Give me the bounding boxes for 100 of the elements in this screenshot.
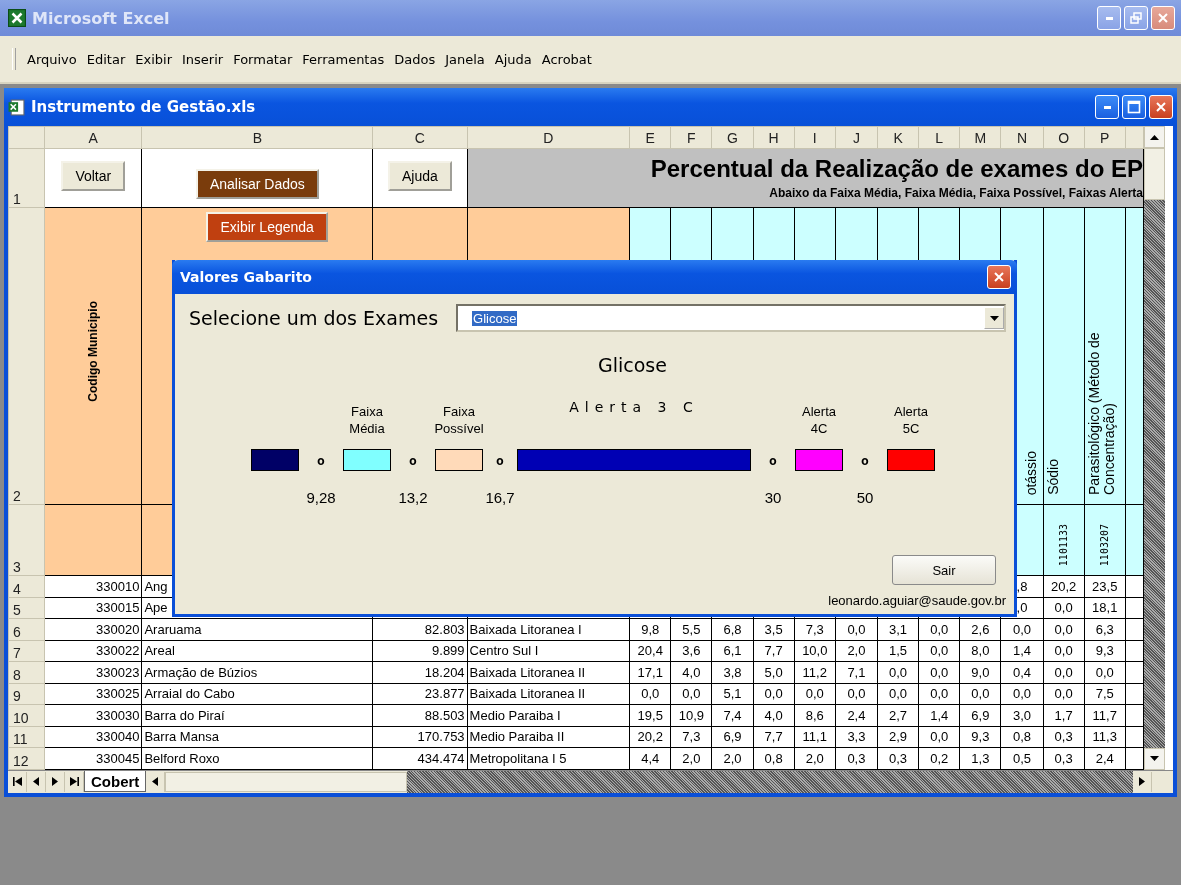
column-header[interactable]: H: [753, 126, 795, 149]
scroll-thumb[interactable]: [1144, 148, 1165, 200]
menu-item[interactable]: Inserir: [177, 49, 229, 69]
row-header[interactable]: 9: [8, 683, 45, 705]
sheet-tab[interactable]: Cobert: [84, 771, 147, 792]
column-header[interactable]: I: [794, 126, 836, 149]
close-button[interactable]: [1149, 95, 1173, 119]
table-cell: [1125, 640, 1144, 662]
column-header[interactable]: O: [1043, 126, 1085, 149]
exam-heading: Glicose: [597, 354, 668, 376]
table-cell: [1125, 575, 1144, 597]
exam-code: 1103207: [1099, 523, 1111, 566]
range-label: Faixa Possível: [434, 404, 484, 438]
column-label: Parasitológico (Método de Concentração): [1086, 331, 1118, 495]
menu-item[interactable]: Exibir: [130, 49, 177, 69]
table-cell: 2,0: [794, 747, 836, 769]
scroll-up-icon[interactable]: [1144, 126, 1165, 148]
range-label: Faixa Média: [349, 404, 385, 438]
column-header[interactable]: M: [959, 126, 1001, 149]
row-header[interactable]: 10: [8, 704, 45, 726]
table-cell: [1125, 726, 1144, 748]
restore-icon: [1130, 12, 1142, 24]
minimize-button[interactable]: [1095, 95, 1119, 119]
close-button[interactable]: [1151, 6, 1175, 30]
column-header[interactable]: A: [44, 126, 142, 149]
column-label: Sódio: [1045, 459, 1061, 495]
row-header[interactable]: 2: [8, 207, 45, 505]
table-cell: 0,0: [835, 683, 878, 705]
table-cell: 0,0: [959, 683, 1001, 705]
table-cell: [1125, 618, 1144, 640]
column-header[interactable]: L: [918, 126, 960, 149]
menu-item[interactable]: Arquivo: [22, 49, 82, 69]
table-cell: 0,0: [753, 683, 795, 705]
row-header[interactable]: 7: [8, 640, 45, 662]
table-cell: Baixada Litoranea II: [467, 661, 630, 683]
table-cell: 4,0: [670, 661, 712, 683]
row-header[interactable]: 4: [8, 575, 45, 597]
table-cell: 88.503: [372, 704, 468, 726]
maximize-icon: [1127, 100, 1141, 114]
table-cell: 0,8: [1000, 726, 1044, 748]
row-header[interactable]: 5: [8, 597, 45, 619]
scroll-thumb[interactable]: [165, 771, 408, 792]
table-cell: [1125, 683, 1144, 705]
sheet-button[interactable]: Ajuda: [388, 161, 452, 191]
table-cell: 0,3: [1043, 747, 1085, 769]
menu-item[interactable]: Editar: [81, 49, 131, 69]
table-cell: 2,6: [959, 618, 1001, 640]
table-cell: 20,4: [629, 640, 671, 662]
column-header[interactable]: N: [1000, 126, 1044, 149]
column-header[interactable]: J: [835, 126, 878, 149]
exit-button[interactable]: Sair: [892, 555, 996, 585]
threshold-value: 9,28: [306, 488, 336, 506]
menu-item[interactable]: Ferramentas: [297, 49, 390, 69]
table-cell: 0,0: [1000, 683, 1044, 705]
row-header[interactable]: 8: [8, 661, 45, 683]
row-header[interactable]: 1: [8, 148, 45, 208]
separator-mark: o: [769, 452, 777, 468]
table-cell: 330015: [44, 597, 142, 619]
legend-button[interactable]: Exibir Legenda: [206, 212, 328, 242]
menu-item[interactable]: Ajuda: [489, 49, 537, 69]
table-cell: Barra do Piraí: [141, 704, 373, 726]
table-cell: Armação de Búzios: [141, 661, 373, 683]
table-cell: 7,7: [753, 726, 795, 748]
table-cell: [1125, 597, 1144, 619]
column-header[interactable]: C: [372, 126, 468, 149]
row-header[interactable]: 3: [8, 504, 45, 576]
sheet-button[interactable]: Analisar Dados: [195, 169, 319, 199]
column-header[interactable]: F: [670, 126, 712, 149]
table-cell: Arraial do Cabo: [141, 683, 373, 705]
column-header[interactable]: D: [467, 126, 630, 149]
table-cell: 1,3: [959, 747, 1001, 769]
table-cell: 6,3: [1084, 618, 1126, 640]
menu-item[interactable]: Acrobat: [536, 49, 597, 69]
menu-item[interactable]: Janela: [440, 49, 490, 69]
row-header[interactable]: 12: [8, 747, 45, 769]
close-button[interactable]: [987, 265, 1011, 289]
menu-item[interactable]: Dados: [389, 49, 441, 69]
spreadsheet-icon: [8, 98, 25, 116]
menu-item[interactable]: Formatar: [228, 49, 298, 69]
table-cell: 0,0: [670, 683, 712, 705]
exam-dropdown[interactable]: Glicose: [456, 304, 1006, 332]
maximize-button[interactable]: [1122, 95, 1146, 119]
row-header[interactable]: 11: [8, 726, 45, 748]
row-header[interactable]: 6: [8, 618, 45, 640]
banner-title: Percentual da Realização de exames do EP: [649, 155, 1143, 183]
scroll-down-icon[interactable]: [1144, 747, 1165, 770]
range-label: Alerta 5C: [894, 404, 928, 438]
column-header[interactable]: E: [629, 126, 671, 149]
table-cell: 2,7: [877, 704, 919, 726]
table-cell: 2,9: [877, 726, 919, 748]
column-label: Codigo Municipio: [86, 301, 100, 402]
table-cell: 0,0: [918, 618, 960, 640]
column-header[interactable]: P: [1084, 126, 1126, 149]
window-title: Microsoft Excel: [32, 8, 170, 28]
column-header[interactable]: B: [141, 126, 373, 149]
column-header[interactable]: K: [877, 126, 919, 149]
table-cell: 6,8: [711, 618, 754, 640]
column-header[interactable]: G: [711, 126, 754, 149]
table-cell: 23.877: [372, 683, 468, 705]
sheet-button[interactable]: Voltar: [61, 161, 126, 191]
